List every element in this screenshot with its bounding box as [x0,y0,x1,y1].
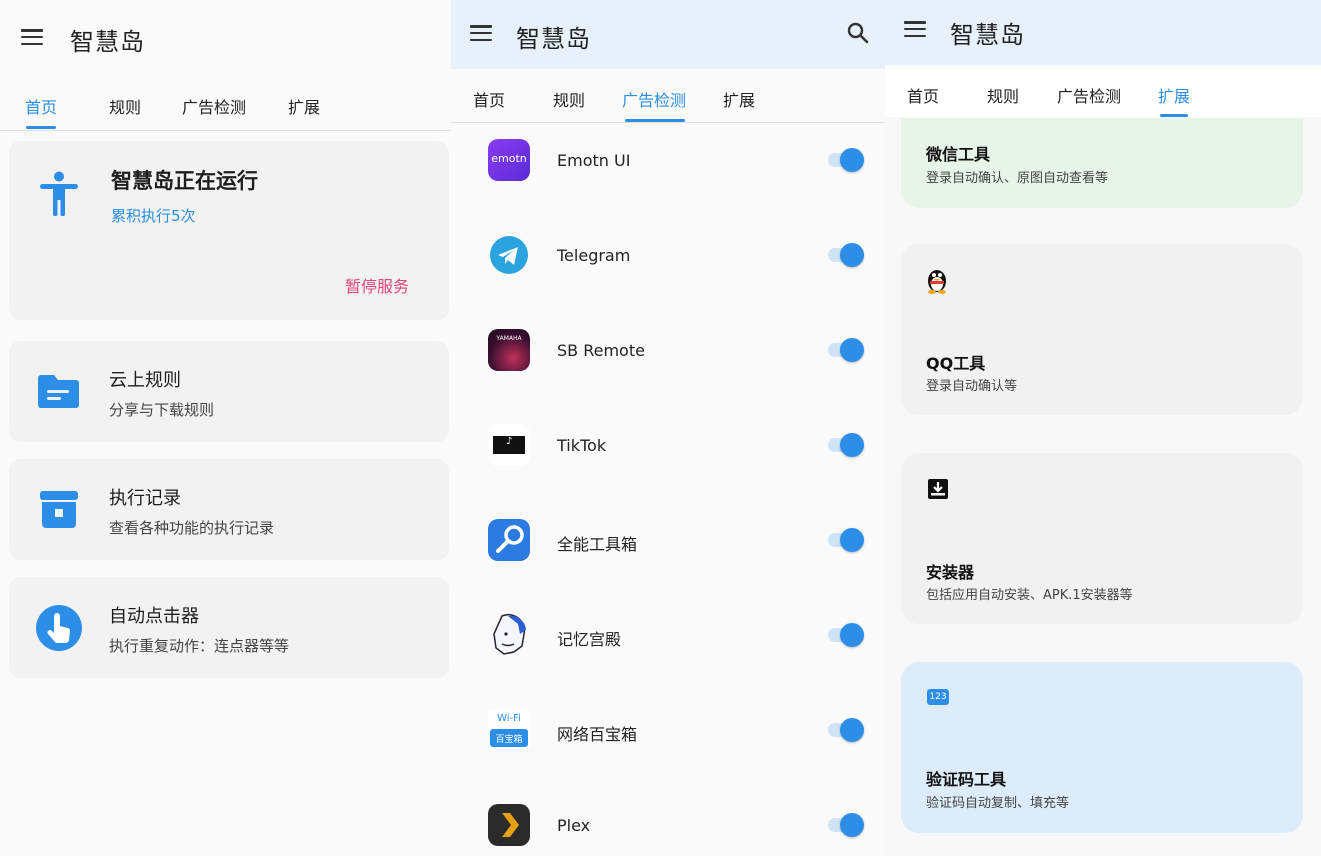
tab-extend[interactable]: 扩展 [723,87,755,111]
extend-screen: 智慧岛 首页 规则 广告检测 扩展 微信工具 登录自动确认、原图自动查看等 QQ… [885,0,1321,856]
plex-app-icon [488,804,530,846]
auto-clicker-card[interactable]: 自动点击器 执行重复动作：连点器等等 [9,577,449,678]
cloud-rules-card[interactable]: 云上规则 分享与下载规则 [9,341,449,442]
tab-ad-detect[interactable]: 广告检测 [1057,83,1121,107]
tab-rules[interactable]: 规则 [109,94,141,118]
status-card: 智慧岛正在运行 累积执行5次 暂停服务 [9,141,449,320]
qq-penguin-icon [928,270,946,294]
archive-icon [40,491,78,528]
wifi-toolbox-app-icon: Wi-Fi 百宝箱 [488,709,530,751]
search-icon[interactable] [847,22,869,44]
menu-icon[interactable] [21,29,43,46]
app-name: 记忆宫殿 [557,630,622,649]
tap-icon [36,605,82,651]
exec-log-card[interactable]: 执行记录 查看各种功能的执行记录 [9,459,449,560]
memory-palace-app-icon [493,613,526,655]
qq-tool-sub: 登录自动确认等 [926,379,1018,394]
tiktok-app-icon: ♪ [488,424,530,466]
wechat-tool-title: 微信工具 [926,145,991,164]
captcha-tool-card[interactable]: 123 验证码工具 验证码自动复制、填充等 [901,662,1303,833]
installer-icon [928,479,948,499]
app-name: Plex [557,816,591,835]
app-title: 智慧岛 [516,25,591,53]
folder-icon [38,375,79,408]
installer-title: 安装器 [926,563,975,582]
installer-sub: 包括应用自动安装、APK.1安装器等 [926,588,1133,603]
app-row-wifi-toolbox: Wi-Fi 百宝箱 网络百宝箱 [451,683,885,778]
tab-rules[interactable]: 规则 [987,83,1019,107]
tab-home[interactable]: 首页 [907,83,939,107]
accessibility-icon [40,171,78,216]
app-bar: 智慧岛 [451,0,885,69]
app-row-plex: Plex [451,778,885,856]
telegram-app-icon [490,236,528,274]
ad-toggle-wifi-toolbox[interactable] [828,718,864,742]
cloud-rules-title: 云上规则 [109,370,181,391]
emotn-app-icon: emotn [488,139,530,181]
tab-indicator [26,126,56,129]
exec-log-title: 执行记录 [109,488,181,509]
yamaha-app-icon: YAMAHA [488,329,530,371]
home-screen: 智慧岛 首页 规则 广告检测 扩展 智慧岛正在运行 累积执行5次 暂停服务 云上… [0,0,451,856]
app-row-emotn: emotn Emotn UI [451,113,885,208]
auto-clicker-sub: 执行重复动作：连点器等等 [109,637,290,655]
app-row-tiktok: ♪ TikTok [451,398,885,493]
app-title: 智慧岛 [70,28,145,56]
tab-extend[interactable]: 扩展 [1158,83,1190,107]
ad-toggle-toolbox[interactable] [828,528,864,552]
pause-service-button[interactable]: 暂停服务 [345,273,409,297]
ad-toggle-plex[interactable] [828,813,864,837]
app-row-memory-palace: 记忆宫殿 [451,588,885,683]
tab-ad-detect[interactable]: 广告检测 [622,87,686,111]
tab-ad-detect[interactable]: 广告检测 [182,94,246,118]
wechat-tool-sub: 登录自动确认、原图自动查看等 [926,171,1109,186]
app-row-sb-remote: YAMAHA SB Remote [451,303,885,398]
captcha-tool-sub: 验证码自动复制、填充等 [926,796,1070,811]
app-name: Emotn UI [557,151,631,170]
menu-icon[interactable] [470,25,492,42]
qq-tool-card[interactable]: QQ工具 登录自动确认等 [901,244,1303,415]
ad-toggle-tiktok[interactable] [828,433,864,457]
tab-home[interactable]: 首页 [473,87,505,111]
app-name: 全能工具箱 [557,535,638,554]
tab-rules[interactable]: 规则 [553,87,585,111]
exec-log-sub: 查看各种功能的执行记录 [109,519,275,537]
tab-indicator [1160,114,1188,117]
app-name: 网络百宝箱 [557,725,638,744]
ad-toggle-sb-remote[interactable] [828,338,864,362]
divider [0,130,451,131]
app-row-toolbox: 全能工具箱 [451,493,885,588]
cloud-rules-sub: 分享与下载规则 [109,401,215,419]
app-name: Telegram [557,246,631,265]
app-name: SB Remote [557,341,645,360]
app-row-telegram: Telegram [451,208,885,303]
code-123-icon: 123 [927,689,949,705]
status-count: 累积执行5次 [111,207,196,225]
app-name: TikTok [557,436,607,455]
captcha-tool-title: 验证码工具 [926,770,1007,789]
tab-bar: 首页 规则 广告检测 扩展 [885,0,1321,117]
ad-toggle-memory-palace[interactable] [828,623,864,647]
qq-tool-title: QQ工具 [926,354,986,373]
ad-toggle-emotn[interactable] [828,148,864,172]
auto-clicker-title: 自动点击器 [109,606,199,627]
installer-card[interactable]: 安装器 包括应用自动安装、APK.1安装器等 [901,453,1303,624]
status-title: 智慧岛正在运行 [111,169,258,193]
ad-detect-screen: 智慧岛 首页 规则 广告检测 扩展 emotn Emotn UI Telegra… [451,0,885,856]
wrench-app-icon [488,519,530,561]
wechat-tool-card[interactable]: 微信工具 登录自动确认、原图自动查看等 [901,118,1303,208]
tab-extend[interactable]: 扩展 [288,94,320,118]
tab-home[interactable]: 首页 [25,94,57,118]
ad-toggle-telegram[interactable] [828,243,864,267]
